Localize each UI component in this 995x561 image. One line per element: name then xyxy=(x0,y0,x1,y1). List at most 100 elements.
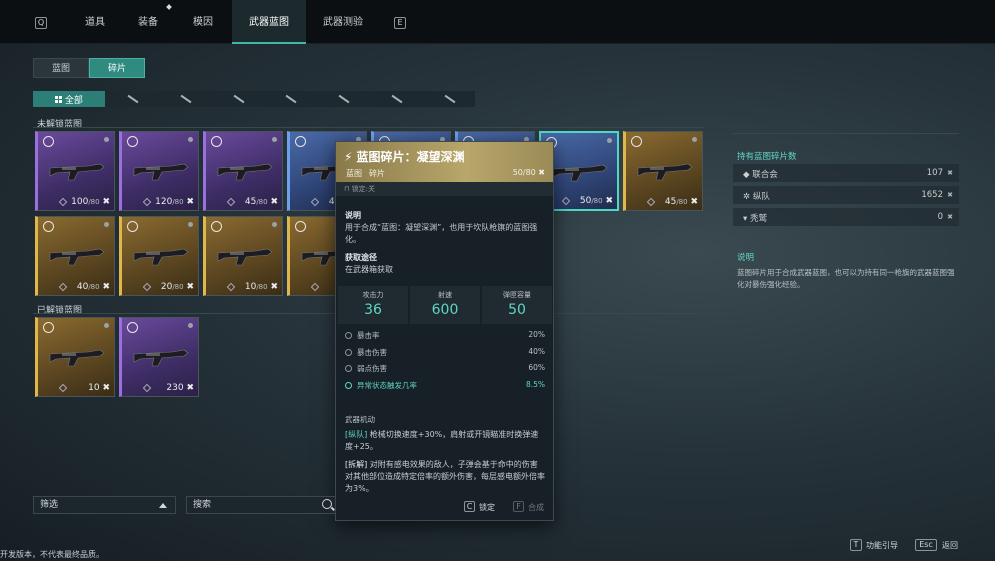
fragment-icon: ✖ xyxy=(947,191,953,199)
source-heading: 获取途径 xyxy=(345,253,377,262)
search-icon[interactable] xyxy=(322,499,332,509)
fragment-icon xyxy=(142,282,152,292)
tab-memes[interactable]: 模因 xyxy=(183,0,223,44)
blueprint-card[interactable]: 100/80 ✖ xyxy=(35,131,115,211)
faction-row-column: ✲ 纵队 1652 ✖ xyxy=(733,186,959,204)
stat-magazine: 弹匣容量 50 xyxy=(482,286,552,324)
tooltip-type1: 蓝图 xyxy=(346,169,362,178)
fragment-count: 45/80 ✖ xyxy=(664,197,698,207)
desc-text: 用于合成“蓝图：凝望深渊”，也用于坎队枪旗的蓝图强化。 xyxy=(345,223,538,244)
crit-rate-icon xyxy=(345,332,352,339)
key-t-hint[interactable]: T xyxy=(850,539,862,551)
fragment-icon xyxy=(142,197,152,207)
vulture-icon: ▾ xyxy=(743,214,750,224)
blueprint-card[interactable]: 20/80 ✖ xyxy=(119,216,199,296)
blueprint-card[interactable]: 120/80 ✖ xyxy=(119,131,199,211)
stat-row-crit-rate: 暴击率 20% xyxy=(345,330,545,342)
stat-row-status-chance: 异常状态触发几率 8.5% xyxy=(345,380,545,392)
blueprint-card[interactable]: 45/80 ✖ xyxy=(623,131,703,211)
fragment-count: 10 ✖ xyxy=(88,383,110,393)
key-f-hint: F xyxy=(513,501,524,512)
owned-fragments-title: 持有蓝图碎片数 xyxy=(737,152,797,162)
status-dot-icon xyxy=(104,323,109,328)
status-dot-icon xyxy=(104,222,109,227)
filter-dropdown[interactable]: 筛选 xyxy=(33,496,176,514)
craft-action: 合成 xyxy=(528,503,544,512)
faction-badge-icon xyxy=(127,322,138,333)
status-dot-icon xyxy=(692,137,697,142)
faction-row-federation: ◆ 联合会 107 ✖ xyxy=(733,164,959,182)
fragment-icon xyxy=(142,383,152,393)
key-e-hint[interactable]: E xyxy=(394,17,406,29)
filter-shotgun-icon[interactable] xyxy=(211,91,264,107)
status-dot-icon xyxy=(104,137,109,142)
faction-badge-icon xyxy=(127,221,138,232)
desc-heading: 说明 xyxy=(345,211,361,220)
blueprint-card[interactable]: 230 ✖ xyxy=(119,317,199,397)
top-nav: Q 道具 装备 模因 武器蓝图 武器测验 E xyxy=(0,0,995,44)
tab-items[interactable]: 道具 xyxy=(75,0,115,44)
key-q-hint[interactable]: Q xyxy=(35,17,47,29)
fragment-icon xyxy=(310,197,320,207)
status-dot-icon xyxy=(188,323,193,328)
dev-disclaimer: 开发版本，不代表最终品质。 xyxy=(0,550,104,559)
fragment-icon xyxy=(310,282,320,292)
sub-tabs: 蓝图 碎片 xyxy=(33,58,145,78)
faction-badge-icon xyxy=(211,221,222,232)
stat-attack: 攻击力 36 xyxy=(338,286,408,324)
faction-row-vulture: ▾ 秃鹫 0 ✖ xyxy=(733,208,959,226)
divider xyxy=(33,127,703,128)
filter-pistol-icon[interactable] xyxy=(369,91,422,107)
guide-action[interactable]: 功能引导 xyxy=(866,540,898,551)
blueprint-card[interactable]: 45/80 ✖ xyxy=(203,131,283,211)
grid-icon xyxy=(54,95,62,103)
fragment-count: 230 ✖ xyxy=(166,383,194,393)
fragment-count: 40/80 ✖ xyxy=(76,282,110,292)
fragment-count: 100/80 ✖ xyxy=(71,197,110,207)
right-desc-text: 蓝图碎片用于合成武器蓝图，也可以为持有同一枪旗的武器蓝图强化对暴伤强化经验。 xyxy=(737,268,955,289)
mechanic-1: [纵队] 枪械切换速度+30%，肩射或开镜瞄准时换弹速度+25。 xyxy=(345,430,539,451)
fragment-icon: ✖ xyxy=(538,168,545,177)
fragment-tooltip: ⚡ 蓝图碎片：凝望深渊 蓝图 碎片 50/80 ✖ ⊓ 锁定:关 说明 用于合成“… xyxy=(335,141,554,521)
stat-row-weakspot-damage: 弱点伤害 60% xyxy=(345,363,545,375)
tooltip-count: 50/80 ✖ xyxy=(512,168,545,177)
faction-badge-icon xyxy=(211,136,222,147)
stat-row-crit-damage: 暴击伤害 40% xyxy=(345,347,545,359)
blueprint-card[interactable]: 40/80 ✖ xyxy=(35,216,115,296)
filter-rifle-icon[interactable] xyxy=(105,91,158,107)
locked-section-title: 未解锁蓝图 xyxy=(37,120,83,130)
fragment-icon xyxy=(58,383,68,393)
fragment-count: 20/80 ✖ xyxy=(160,282,194,292)
tab-weapon-blueprints[interactable]: 武器蓝图 xyxy=(232,0,306,44)
key-c-hint[interactable]: C xyxy=(464,501,475,512)
federation-icon: ◆ xyxy=(743,170,753,180)
weapon-type-filter: 全部 xyxy=(33,91,475,107)
filter-all-button[interactable]: 全部 xyxy=(33,91,105,107)
tab-equipment[interactable]: 装备 xyxy=(128,0,168,44)
tab-weapon-test[interactable]: 武器测验 xyxy=(318,0,368,44)
filter-sniper-icon[interactable] xyxy=(263,91,316,107)
status-dot-icon xyxy=(607,138,612,143)
mechanic-2: [拆解] 对附有感电效果的敌人，子弹会基于命中的伤害对其他部位造成特定倍率的额外… xyxy=(345,460,545,493)
subtab-blueprint[interactable]: 蓝图 xyxy=(33,58,89,78)
faction-badge-icon xyxy=(43,221,54,232)
blueprint-card[interactable]: 10 ✖ xyxy=(35,317,115,397)
back-action[interactable]: 返回 xyxy=(942,540,958,551)
subtab-fragment[interactable]: 碎片 xyxy=(89,58,145,78)
fragment-count: 45/80 ✖ xyxy=(244,197,278,207)
fragment-count: 50/80 ✖ xyxy=(579,196,613,206)
key-esc-hint[interactable]: Esc xyxy=(915,539,937,551)
filter-melee-icon[interactable] xyxy=(422,91,475,107)
fragment-icon xyxy=(226,282,236,292)
fragment-icon xyxy=(58,282,68,292)
column-icon: ✲ xyxy=(743,192,753,202)
lock-action[interactable]: 锁定 xyxy=(479,502,495,513)
filter-smg-icon[interactable] xyxy=(158,91,211,107)
search-input[interactable]: 搜索 xyxy=(186,496,336,514)
stat-fire-rate: 射速 600 xyxy=(410,286,480,324)
blueprint-card[interactable]: 10/80 ✖ xyxy=(203,216,283,296)
tooltip-title: ⚡ 蓝图碎片：凝望深渊 xyxy=(344,150,465,164)
faction-badge-icon xyxy=(43,136,54,147)
filter-lmg-icon[interactable] xyxy=(316,91,369,107)
weakspot-icon xyxy=(345,365,352,372)
